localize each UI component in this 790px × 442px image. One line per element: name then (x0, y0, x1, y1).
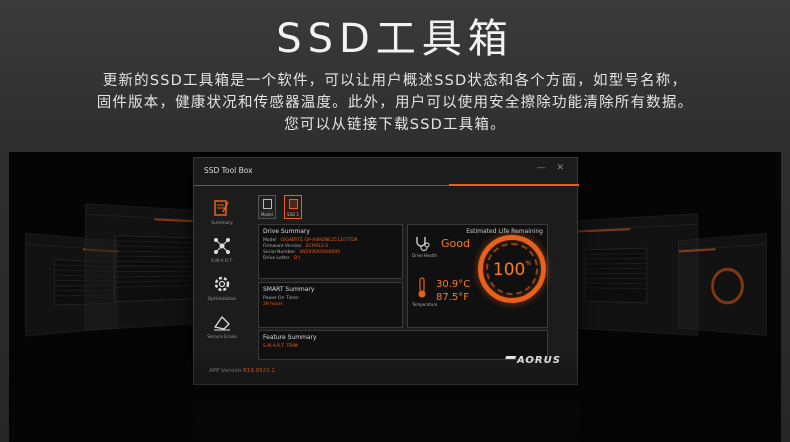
tab-model[interactable]: Model (258, 195, 276, 219)
background-window-right-far (678, 232, 767, 337)
window-title: SSD Tool Box (204, 166, 253, 175)
stethoscope-icon (414, 235, 430, 255)
title-divider (194, 180, 579, 192)
hero-desc-line3: 您可以从链接下载SSD工具箱。 (284, 117, 506, 133)
drive-row-letter: Drive Letter D:\ (263, 256, 301, 261)
drive-summary-panel: Drive Summary Model GIGABYTE GP-ASM2NE251… (258, 224, 403, 279)
drive-letter-value: D:\ (293, 256, 301, 261)
nav-item-summary[interactable]: Summary (206, 198, 238, 226)
life-remaining-title: Estimated Life Remaining (466, 228, 543, 235)
secure-erase-icon (211, 312, 233, 334)
temperature-fahrenheit: 87.5°F (436, 292, 470, 303)
smart-network-icon (211, 236, 233, 258)
feature-summary-row: S.M.A.R.T. TRIM (263, 344, 298, 349)
hero-desc-line2: 固件版本，健康状况和传感器温度。此外，用户可以使用安全擦除功能清除所有数据。 (96, 95, 694, 111)
hero-description: 更新的SSD工具箱是一个软件，可以让用户概述SSD状态和各个方面，如型号名称， … (0, 70, 790, 136)
drive-serial-value: SN1930X0000000 (299, 250, 341, 255)
window-reflection (193, 388, 578, 442)
thermometer-icon (416, 277, 428, 303)
optimization-gear-icon (211, 274, 233, 296)
health-panel: Estimated Life Remaining Drive Health Go… (407, 224, 548, 328)
life-remaining-gauge: 100% (478, 235, 546, 303)
app-version-value: B19.0522.1 (243, 368, 275, 374)
ssd-toolbox-window: SSD Tool Box — ✕ Summary S.M.A.R.T. Opti… (193, 157, 579, 385)
life-remaining-value: 100% (492, 260, 532, 280)
temperature-label: Temperature (412, 302, 438, 307)
window-controls[interactable]: — ✕ (537, 163, 568, 173)
drive-row-serial: Serial Number SN1930X0000000 (263, 250, 341, 255)
tab-label-ssd1: SSD 1 (287, 212, 299, 217)
smart-summary-panel: SMART Summary Power On Timer 29 hours (258, 282, 403, 328)
hero-desc-line1: 更新的SSD工具箱是一个软件，可以让用户概述SSD状态和各个方面，如型号名称， (102, 73, 688, 89)
tab-ssd1[interactable]: SSD 1 (284, 195, 302, 219)
tab-label-model: Model (260, 212, 273, 217)
app-version: APP Version B19.0522.1 (209, 368, 275, 374)
drive-icon (263, 199, 272, 209)
ssd-drive-icon (289, 199, 298, 209)
nav-label-secure-erase: Secure Erase (207, 335, 237, 340)
nav-label-summary: Summary (211, 221, 233, 226)
nav-item-secure-erase[interactable]: Secure Erase (206, 312, 238, 340)
hero-title: SSD工具箱 (276, 16, 514, 62)
aorus-logo: AORUS (503, 355, 561, 366)
feature-summary-title: Feature Summary (263, 334, 317, 341)
drive-summary-title: Drive Summary (263, 228, 310, 235)
drive-row-model: Model GIGABYTE GP-ASM2NE2512GTTDR (263, 238, 358, 243)
smart-row-value: 29 hours (263, 302, 283, 307)
drive-row-firmware: Firmware Version ECFM12.0 (263, 244, 329, 249)
background-window-left (84, 203, 203, 331)
summary-icon (211, 198, 233, 220)
screenshot-stage: SSD Tool Box — ✕ Summary S.M.A.R.T. Opti… (9, 152, 781, 442)
smart-row-label: Power On Timer (263, 296, 299, 301)
drive-firmware-value: ECFM12.0 (305, 244, 329, 249)
drive-health-label: Drive Health (412, 253, 438, 258)
temperature-celsius: 30.9°C (436, 279, 471, 290)
smart-summary-title: SMART Summary (263, 286, 315, 293)
nav-label-smart: S.M.A.R.T. (210, 259, 234, 264)
drive-health-value: Good (441, 237, 470, 250)
nav-label-optimization: Optimization (207, 297, 237, 302)
drive-model-value: GIGABYTE GP-ASM2NE2512GTTDR (280, 238, 358, 243)
nav-item-smart[interactable]: S.M.A.R.T. (206, 236, 238, 264)
aorus-eagle-icon (503, 356, 517, 363)
nav-item-optimization[interactable]: Optimization (206, 274, 238, 302)
